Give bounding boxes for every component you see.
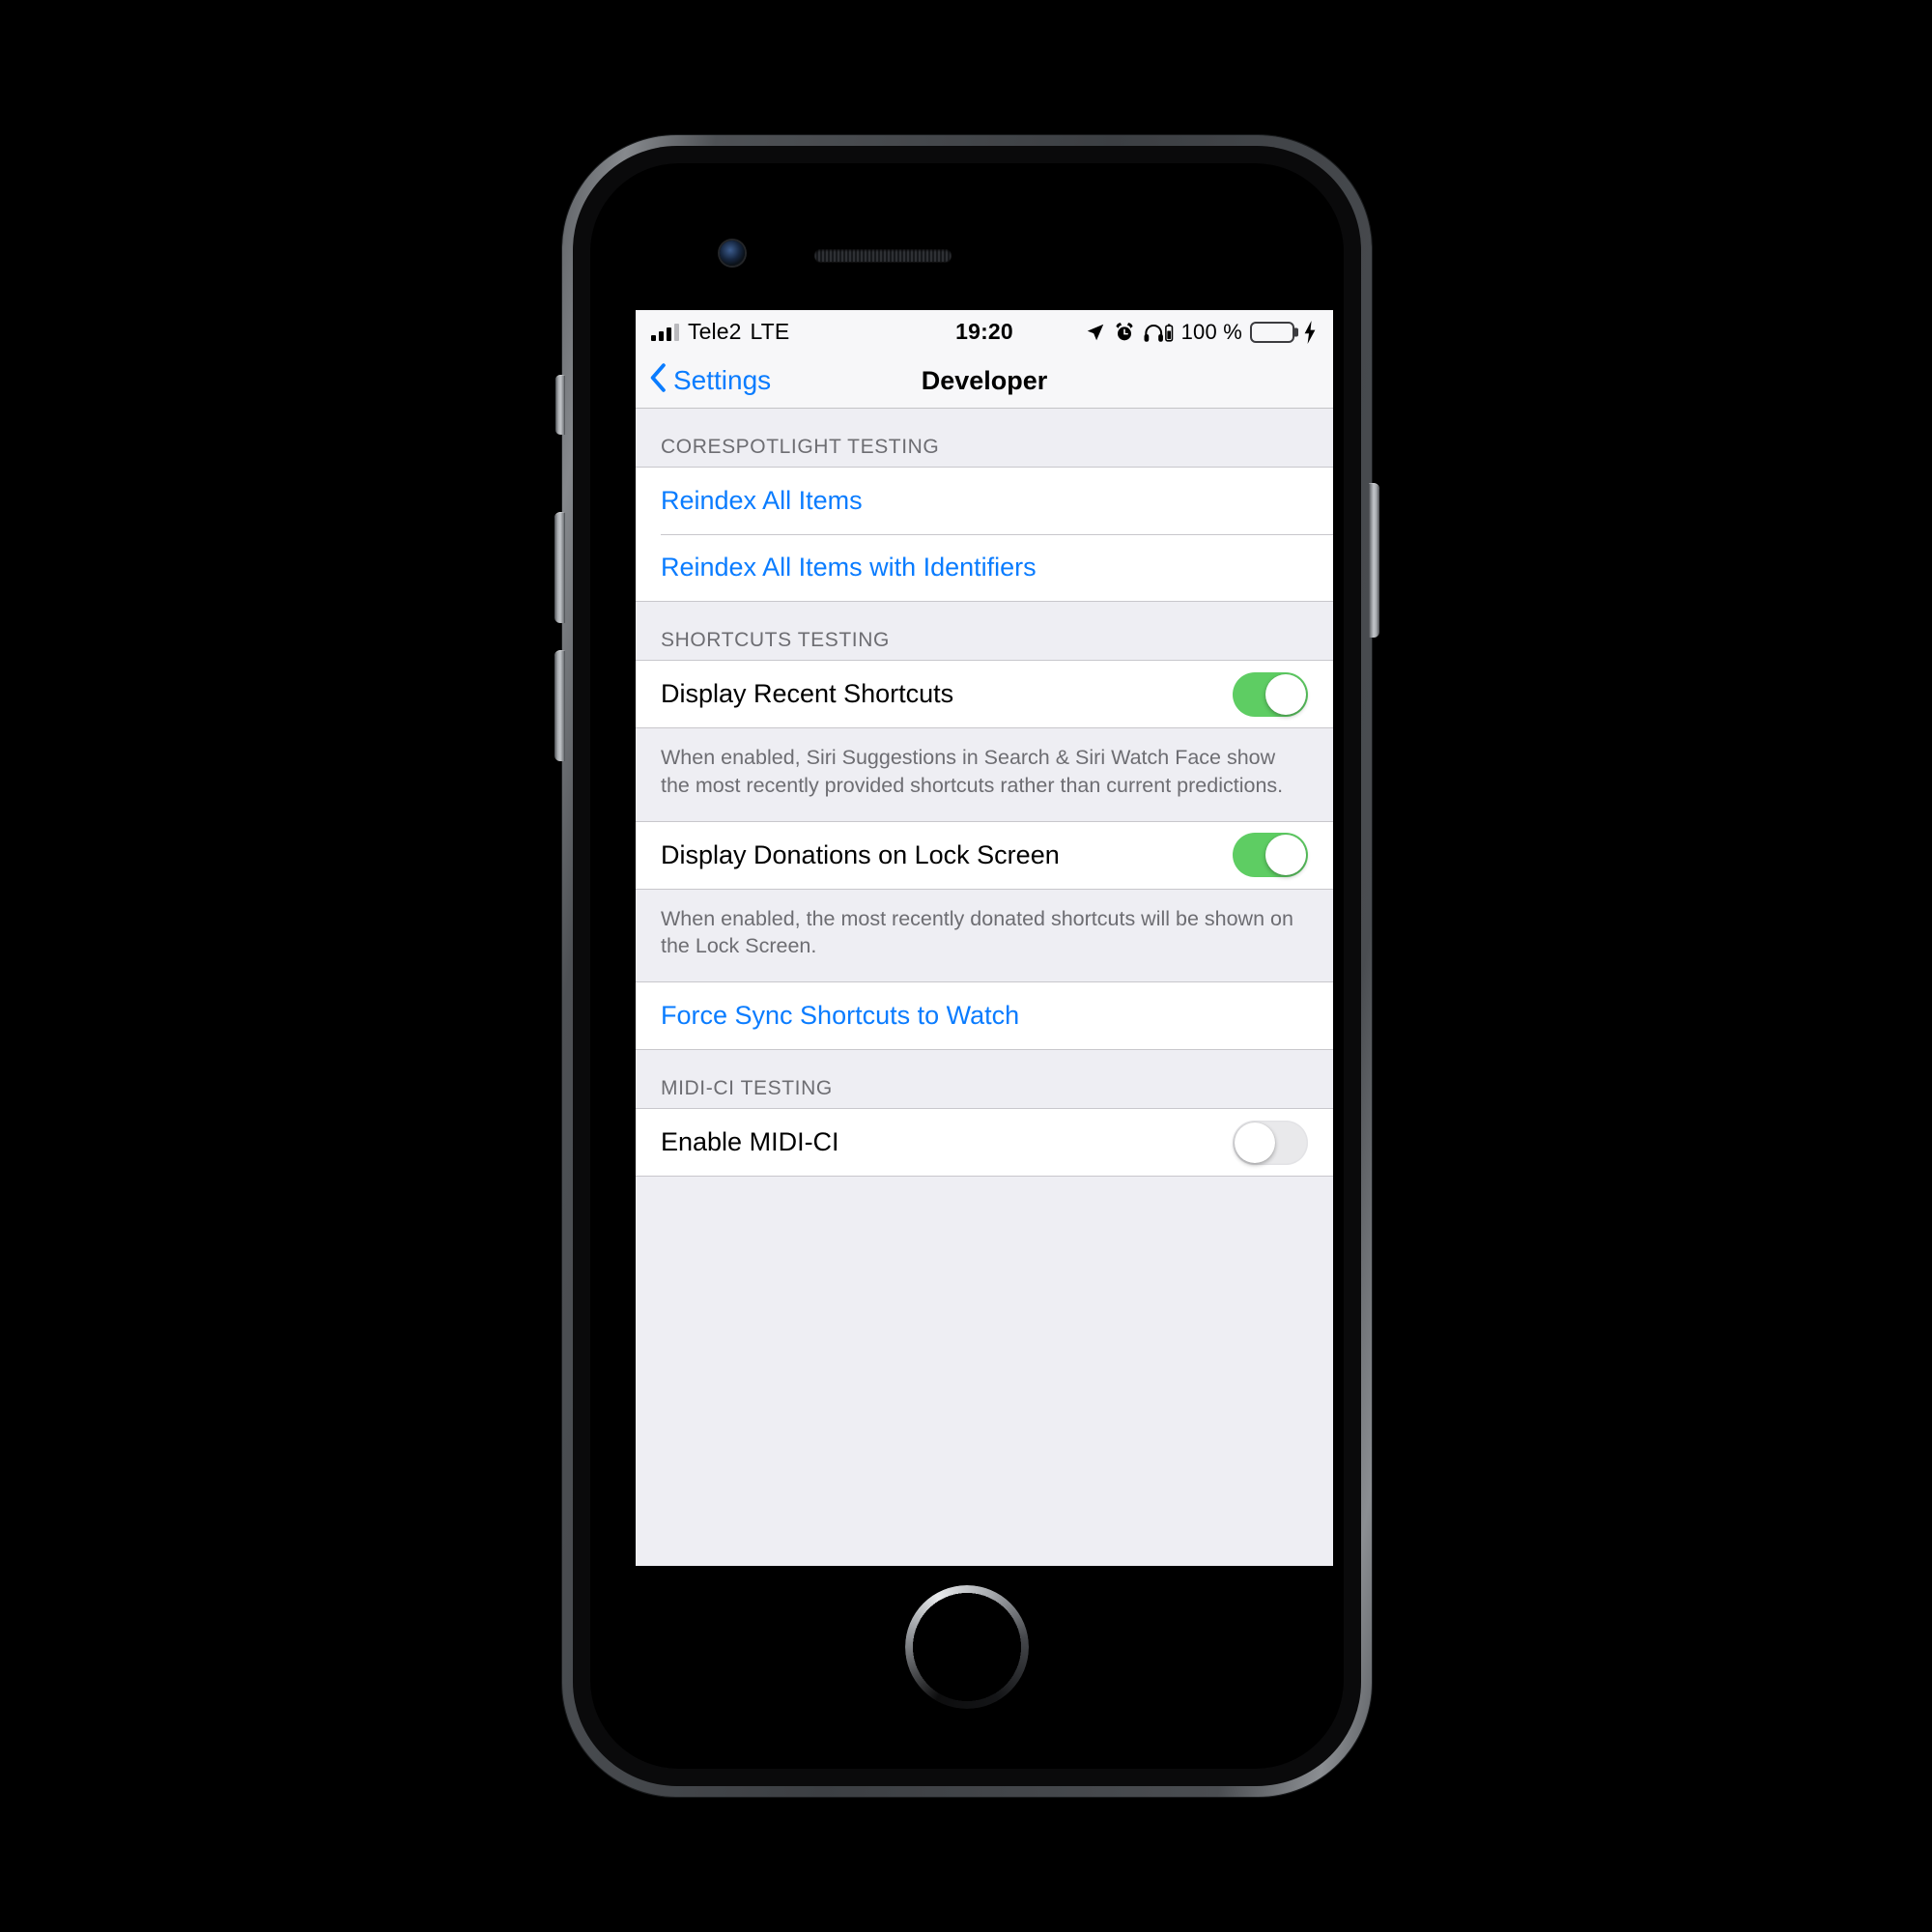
home-button[interactable]: [905, 1585, 1029, 1709]
toggle-knob: [1235, 1122, 1275, 1163]
mute-switch[interactable]: [555, 375, 565, 435]
carrier-label: Tele2: [688, 319, 742, 344]
radio-type-label: LTE: [750, 319, 790, 344]
section-footer-display-recent-shortcuts: When enabled, Siri Suggestions in Search…: [661, 746, 1284, 797]
battery-full-icon: [1250, 321, 1299, 343]
chevron-left-icon: [649, 362, 667, 399]
lightning-bolt-icon: [1302, 320, 1318, 344]
navigation-bar: Settings Developer: [636, 354, 1333, 409]
row-reindex-all-items[interactable]: Reindex All Items: [636, 468, 1333, 534]
section-header-midi-ci: MIDI-CI TESTING: [661, 1077, 833, 1100]
row-enable-midi-ci: Enable MIDI-CI: [636, 1109, 1333, 1177]
section-group-display-recent-shortcuts: Display Recent Shortcuts: [636, 660, 1333, 728]
row-reindex-all-items-with-identifiers[interactable]: Reindex All Items with Identifiers: [636, 534, 1333, 601]
row-label: Force Sync Shortcuts to Watch: [661, 1001, 1020, 1031]
clock-label: 19:20: [955, 319, 1013, 344]
row-label: Display Donations on Lock Screen: [661, 839, 1060, 869]
settings-list: CORESPOTLIGHT TESTING Reindex All Items …: [636, 409, 1333, 1239]
toggle-display-donations-on-lock-screen[interactable]: [1233, 833, 1308, 878]
status-bar: Tele2 LTE 19:20 100 %: [636, 310, 1333, 354]
headphones-battery-icon: [1143, 322, 1174, 343]
power-button[interactable]: [1369, 483, 1379, 638]
row-label: Reindex All Items with Identifiers: [661, 553, 1037, 582]
battery-percent-label: 100 %: [1180, 319, 1243, 344]
section-group-midi-ci: Enable MIDI-CI: [636, 1108, 1333, 1178]
front-camera-icon: [720, 241, 745, 266]
alarm-clock-icon: [1114, 322, 1135, 343]
toggle-enable-midi-ci[interactable]: [1233, 1120, 1308, 1165]
section-group-corespotlight: Reindex All Items Reindex All Items with…: [636, 467, 1333, 602]
volume-up-button[interactable]: [554, 512, 565, 623]
row-display-donations-on-lock-screen: Display Donations on Lock Screen: [636, 821, 1333, 889]
back-button-label: Settings: [673, 365, 772, 395]
phone-screen: Tele2 LTE 19:20 100 % Settings Developer…: [636, 310, 1333, 1566]
screenshot-stage: Tele2 LTE 19:20 100 % Settings Developer…: [0, 0, 1932, 1932]
signal-bars-icon: [651, 323, 679, 341]
row-label: Reindex All Items: [661, 486, 863, 515]
row-label: Display Recent Shortcuts: [661, 679, 954, 708]
status-bar-center: 19:20: [955, 319, 1013, 345]
status-bar-left: Tele2 LTE: [651, 319, 955, 345]
section-group-display-donations: Display Donations on Lock Screen: [636, 820, 1333, 890]
device-glass: Tele2 LTE 19:20 100 % Settings Developer…: [590, 163, 1344, 1769]
toggle-knob: [1265, 835, 1306, 876]
row-label: Enable MIDI-CI: [661, 1127, 839, 1157]
back-button[interactable]: Settings: [649, 362, 772, 399]
earpiece-speaker-icon: [814, 249, 952, 262]
volume-down-button[interactable]: [554, 650, 565, 761]
device-body: Tele2 LTE 19:20 100 % Settings Developer…: [573, 146, 1361, 1786]
toggle-display-recent-shortcuts[interactable]: [1233, 671, 1308, 717]
section-header-corespotlight: CORESPOTLIGHT TESTING: [661, 436, 940, 458]
row-force-sync-shortcuts-to-watch[interactable]: Force Sync Shortcuts to Watch: [636, 982, 1333, 1050]
toggle-knob: [1265, 673, 1306, 715]
list-bottom-spacer: [636, 1177, 1333, 1239]
location-arrow-icon: [1085, 322, 1106, 343]
section-header-shortcuts: SHORTCUTS TESTING: [661, 629, 890, 651]
row-display-recent-shortcuts: Display Recent Shortcuts: [636, 661, 1333, 727]
section-group-force-sync: Force Sync Shortcuts to Watch: [636, 981, 1333, 1051]
status-bar-right: 100 %: [1013, 320, 1318, 345]
iphone-device: Tele2 LTE 19:20 100 % Settings Developer…: [554, 135, 1379, 1797]
section-footer-display-donations: When enabled, the most recently donated …: [661, 906, 1293, 958]
